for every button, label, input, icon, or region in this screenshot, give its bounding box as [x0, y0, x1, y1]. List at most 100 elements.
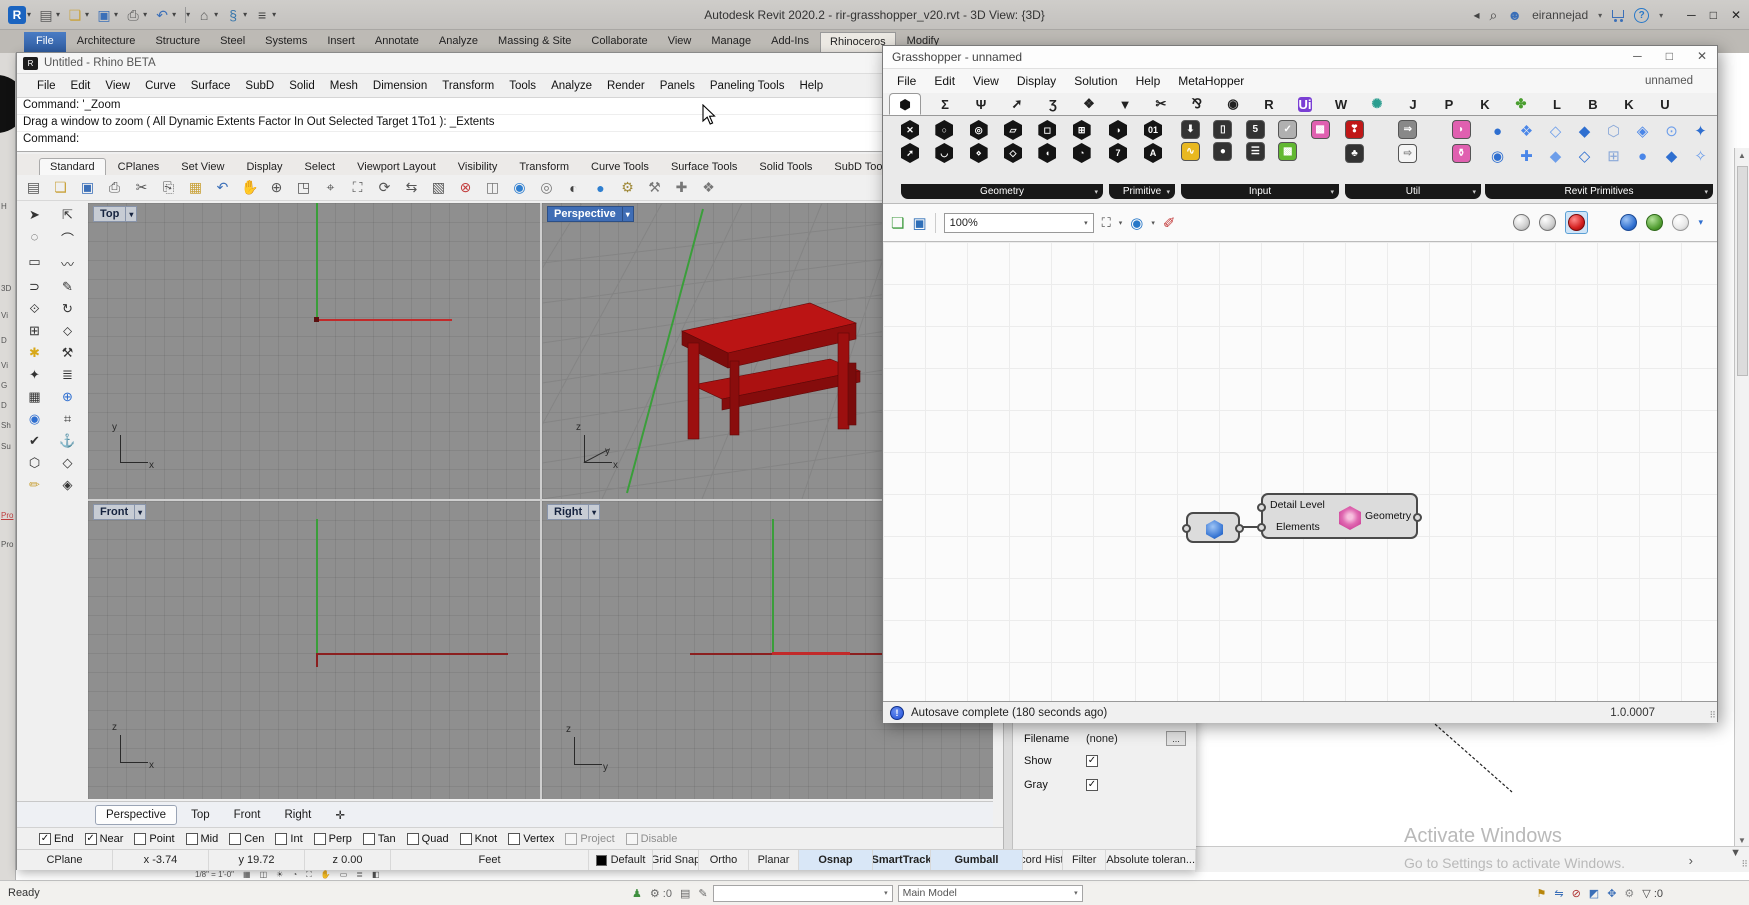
geometry-component-icon[interactable]: ◔ [1072, 143, 1091, 163]
separator[interactable]: ▾ [185, 6, 190, 23]
output-label-geometry[interactable]: Geometry [1365, 510, 1411, 522]
viewport-splitter-horizontal[interactable] [88, 499, 993, 501]
diamond-icon[interactable]: ⬦ [63, 323, 72, 339]
geometry-component-icon[interactable]: ◎ [969, 120, 988, 140]
osnap-checkbox[interactable] [625, 832, 638, 845]
anchor-icon[interactable]: ⚓ [59, 433, 75, 449]
render-sphere-icon[interactable]: ◉ [511, 179, 528, 196]
revolve-icon[interactable]: ↻ [62, 301, 73, 317]
primitive-component-icon[interactable]: A [1144, 143, 1162, 163]
osnap-checkbox[interactable] [565, 832, 578, 845]
filter-count[interactable]: ▽ :0 [1642, 887, 1663, 900]
absolute-toleran-[interactable]: Absolute toleran... [1106, 850, 1196, 870]
insert[interactable]: Insert [318, 32, 364, 53]
massing-site[interactable]: Massing & Site [489, 32, 580, 53]
view-control-icon[interactable]: ☀ [276, 870, 283, 879]
primitive-component-icon[interactable]: 01 [1144, 120, 1162, 140]
ribbon-tab-file[interactable]: File [24, 32, 66, 53]
options-icon[interactable]: ⚙ [619, 179, 636, 196]
save-icon[interactable]: ▣ ▾ [95, 6, 118, 24]
tab-params[interactable]: ⬢ [889, 93, 921, 115]
python-icon[interactable]: § ▾ [224, 6, 247, 24]
disable[interactable]: Disable [625, 832, 677, 845]
perspective[interactable]: Perspective [95, 804, 178, 825]
revit-component-icon[interactable]: ✧ [1688, 145, 1713, 167]
geometry-component-icon[interactable]: ◻ [1038, 120, 1057, 140]
top[interactable]: Top [181, 806, 220, 824]
tab-k2[interactable]: K [1611, 97, 1647, 112]
record-history[interactable]: Record History [1023, 850, 1063, 870]
select-underlay-icon[interactable]: ◩ [1589, 887, 1599, 900]
viewport-front[interactable]: Front ▾ zx [88, 501, 540, 799]
cplane[interactable]: CPlane [17, 850, 113, 870]
exclude-icon[interactable]: ⊘ [1572, 887, 1581, 900]
viewport-menu-chevron[interactable]: ▾ [126, 206, 138, 222]
z-0-00[interactable]: z 0.00 [305, 850, 391, 870]
standard[interactable]: Standard [39, 158, 106, 175]
tools[interactable]: Tools [509, 80, 536, 92]
feet[interactable]: Feet [391, 850, 589, 870]
solution[interactable]: Solution [1074, 74, 1117, 88]
zoom-target-icon[interactable]: ⌖ [322, 179, 339, 196]
select[interactable]: Select [295, 159, 346, 175]
sphere-tool-icon[interactable]: ◉ [29, 411, 40, 427]
zoom-window-icon[interactable]: ◳ [295, 179, 312, 196]
point[interactable]: Point [134, 832, 175, 845]
close-button[interactable]: ✕ [1697, 49, 1707, 63]
surface-icon[interactable]: ⊞ [29, 323, 40, 339]
view-control-icon[interactable]: ⛶ [306, 870, 312, 880]
tab-intersect[interactable]: ✂ [1143, 96, 1179, 112]
viewport-layout[interactable]: Viewport Layout [347, 159, 446, 175]
util-component-icon[interactable]: ♣ [1345, 144, 1364, 163]
osnap-checkbox[interactable] [229, 832, 242, 845]
primitive-component-icon[interactable]: ◑ [1109, 120, 1127, 140]
layout-icon[interactable]: ◫ [484, 179, 501, 196]
osnap-checkbox[interactable] [406, 832, 419, 845]
tab-l[interactable]: L [1539, 97, 1575, 112]
curve-icon[interactable]: 〰 [61, 254, 74, 273]
osnap[interactable]: Osnap [799, 850, 873, 870]
zoom-extents-icon[interactable]: ⛶ [1102, 215, 1111, 231]
render-icon[interactable]: ● [592, 180, 609, 196]
workset-board-icon[interactable]: ▤ [680, 887, 690, 900]
collapse-icon[interactable]: ◂ [1473, 8, 1479, 22]
revit-component-icon[interactable]: ◇ [1572, 145, 1597, 167]
view-control-icon[interactable]: ▦ [243, 870, 251, 879]
gem-icon[interactable]: ◈ [63, 477, 73, 493]
print-icon[interactable]: ⎙ ▾ [124, 6, 147, 24]
cplanes[interactable]: CPlanes [108, 159, 170, 175]
view-control-icon[interactable]: ≣ [356, 870, 363, 879]
grid-snap[interactable]: Grid Snap [653, 850, 699, 870]
revit-component-icon[interactable]: ● [1630, 145, 1655, 167]
copy-icon[interactable]: ⎘ [160, 179, 177, 196]
user-menu-chevron[interactable]: ▾ [1598, 11, 1602, 20]
view-control-icon[interactable]: ◔ [292, 870, 297, 879]
edit-requests-icon[interactable]: ✎ [698, 887, 707, 900]
geometry-component-icon[interactable]: ⊞ [1072, 120, 1091, 140]
gray-checkbox[interactable] [1086, 779, 1098, 791]
hammer-icon[interactable]: ⚒ [62, 345, 74, 361]
revit-component-icon[interactable]: ✦ [1688, 120, 1713, 142]
select-window-icon[interactable]: ⇱ [62, 207, 73, 223]
save-icon[interactable]: ▣ [79, 179, 96, 196]
osnap-checkbox[interactable] [185, 832, 198, 845]
geometry-component-icon[interactable]: ◖ [1038, 143, 1057, 163]
help[interactable]: Help [1136, 74, 1161, 88]
rhinoceros-ribbon-button-sliver[interactable] [0, 75, 15, 133]
vertex[interactable]: Vertex [508, 832, 554, 845]
signed-in-user[interactable]: eirannejad [1532, 8, 1588, 22]
viewport-right-label[interactable]: Right ▾ [547, 504, 601, 520]
ortho[interactable]: Ortho [699, 850, 749, 870]
tab-b[interactable]: B [1575, 97, 1611, 112]
geometry-component-icon[interactable]: ➚ [901, 143, 919, 163]
element-param-node[interactable] [1182, 512, 1244, 543]
revit-component-icon[interactable]: ◆ [1572, 120, 1597, 142]
analyze[interactable]: Analyze [551, 80, 592, 92]
open-file-icon[interactable]: ❏ [891, 214, 904, 232]
systems[interactable]: Systems [256, 32, 316, 53]
tab-u[interactable]: U [1647, 97, 1683, 112]
display[interactable]: Display [236, 159, 292, 175]
util-component-icon[interactable]: ⇨ [1398, 144, 1418, 163]
print-icon[interactable]: ⎙ [106, 179, 123, 196]
grasshopper-canvas[interactable]: Detail Level Elements Geometry [883, 242, 1717, 701]
